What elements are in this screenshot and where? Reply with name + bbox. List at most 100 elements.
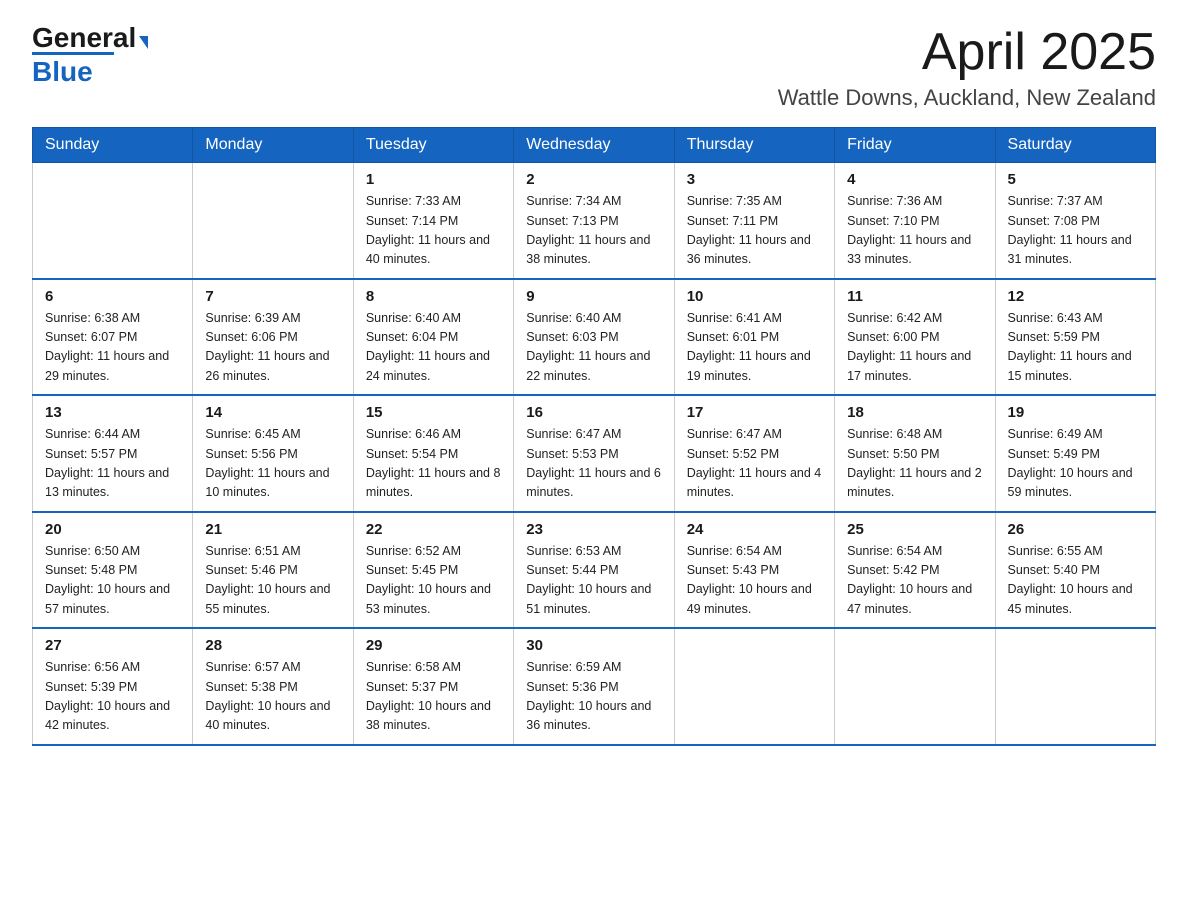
- day-number: 17: [687, 404, 822, 421]
- calendar-cell: 5Sunrise: 7:37 AM Sunset: 7:08 PM Daylig…: [995, 163, 1155, 279]
- calendar-cell: 12 Sunrise: 6:43 AM Sunset: 5:59 PM Dayli…: [995, 279, 1155, 396]
- day-number: 12: [1008, 288, 1143, 305]
- calendar-cell: 9 Sunrise: 6:40 AM Sunset: 6:03 PM Daylig…: [514, 279, 674, 396]
- calendar-cell: [674, 628, 834, 745]
- day-info: Sunrise: 6:42 AM Sunset: 6:00 PM Dayligh…: [847, 309, 982, 387]
- calendar-week-row: 6 Sunrise: 6:38 AM Sunset: 6:07 PM Daylig…: [33, 279, 1156, 396]
- calendar-header-row: SundayMondayTuesdayWednesdayThursdayFrid…: [33, 128, 1156, 163]
- day-info: Sunrise: 7:36 AM Sunset: 7:10 PM Dayligh…: [847, 192, 982, 270]
- day-number: 2: [526, 171, 661, 188]
- day-number: 22: [366, 521, 501, 538]
- day-info: Sunrise: 6:47 AM Sunset: 5:52 PM Dayligh…: [687, 425, 822, 503]
- calendar-cell: 1Sunrise: 7:33 AM Sunset: 7:14 PM Daylig…: [353, 163, 513, 279]
- day-number: 28: [205, 637, 340, 654]
- day-number: 18: [847, 404, 982, 421]
- day-info: Sunrise: 6:46 AM Sunset: 5:54 PM Dayligh…: [366, 425, 501, 503]
- calendar-cell: 11 Sunrise: 6:42 AM Sunset: 6:00 PM Dayli…: [835, 279, 995, 396]
- day-number: 8: [366, 288, 501, 305]
- day-number: 24: [687, 521, 822, 538]
- day-info: Sunrise: 6:52 AM Sunset: 5:45 PM Dayligh…: [366, 542, 501, 620]
- header-wednesday: Wednesday: [514, 128, 674, 163]
- day-number: 16: [526, 404, 661, 421]
- day-info: Sunrise: 6:54 AM Sunset: 5:43 PM Dayligh…: [687, 542, 822, 620]
- location-title: Wattle Downs, Auckland, New Zealand: [778, 85, 1156, 111]
- day-info: Sunrise: 6:59 AM Sunset: 5:36 PM Dayligh…: [526, 658, 661, 736]
- calendar-cell: 17 Sunrise: 6:47 AM Sunset: 5:52 PM Dayli…: [674, 395, 834, 512]
- day-number: 6: [45, 288, 180, 305]
- day-number: 25: [847, 521, 982, 538]
- day-number: 23: [526, 521, 661, 538]
- day-number: 9: [526, 288, 661, 305]
- calendar-cell: 21Sunrise: 6:51 AM Sunset: 5:46 PM Dayli…: [193, 512, 353, 629]
- day-info: Sunrise: 6:40 AM Sunset: 6:04 PM Dayligh…: [366, 309, 501, 387]
- day-info: Sunrise: 6:44 AM Sunset: 5:57 PM Dayligh…: [45, 425, 180, 503]
- calendar-cell: 25Sunrise: 6:54 AM Sunset: 5:42 PM Dayli…: [835, 512, 995, 629]
- header-sunday: Sunday: [33, 128, 193, 163]
- calendar-week-row: 13 Sunrise: 6:44 AM Sunset: 5:57 PM Dayli…: [33, 395, 1156, 512]
- day-info: Sunrise: 6:39 AM Sunset: 6:06 PM Dayligh…: [205, 309, 340, 387]
- calendar-cell: 22 Sunrise: 6:52 AM Sunset: 5:45 PM Dayli…: [353, 512, 513, 629]
- calendar-cell: 13 Sunrise: 6:44 AM Sunset: 5:57 PM Dayli…: [33, 395, 193, 512]
- day-number: 29: [366, 637, 501, 654]
- calendar-cell: 18 Sunrise: 6:48 AM Sunset: 5:50 PM Dayli…: [835, 395, 995, 512]
- calendar-cell: 30 Sunrise: 6:59 AM Sunset: 5:36 PM Dayli…: [514, 628, 674, 745]
- day-number: 20: [45, 521, 180, 538]
- calendar-cell: 4 Sunrise: 7:36 AM Sunset: 7:10 PM Daylig…: [835, 163, 995, 279]
- calendar-week-row: 27 Sunrise: 6:56 AM Sunset: 5:39 PM Dayli…: [33, 628, 1156, 745]
- title-block: April 2025 Wattle Downs, Auckland, New Z…: [778, 24, 1156, 111]
- logo: General Blue: [32, 24, 148, 88]
- day-info: Sunrise: 6:40 AM Sunset: 6:03 PM Dayligh…: [526, 309, 661, 387]
- day-number: 13: [45, 404, 180, 421]
- day-number: 27: [45, 637, 180, 654]
- day-info: Sunrise: 6:50 AM Sunset: 5:48 PM Dayligh…: [45, 542, 180, 620]
- calendar-cell: 24 Sunrise: 6:54 AM Sunset: 5:43 PM Dayli…: [674, 512, 834, 629]
- day-info: Sunrise: 6:51 AM Sunset: 5:46 PM Dayligh…: [205, 542, 340, 620]
- day-number: 26: [1008, 521, 1143, 538]
- day-info: Sunrise: 6:45 AM Sunset: 5:56 PM Dayligh…: [205, 425, 340, 503]
- calendar-cell: 28 Sunrise: 6:57 AM Sunset: 5:38 PM Dayli…: [193, 628, 353, 745]
- day-info: Sunrise: 6:55 AM Sunset: 5:40 PM Dayligh…: [1008, 542, 1143, 620]
- day-info: Sunrise: 6:49 AM Sunset: 5:49 PM Dayligh…: [1008, 425, 1143, 503]
- calendar-cell: 2 Sunrise: 7:34 AM Sunset: 7:13 PM Daylig…: [514, 163, 674, 279]
- logo-general: General: [32, 24, 148, 52]
- calendar-cell: 10 Sunrise: 6:41 AM Sunset: 6:01 PM Dayli…: [674, 279, 834, 396]
- day-info: Sunrise: 6:38 AM Sunset: 6:07 PM Dayligh…: [45, 309, 180, 387]
- logo-blue-text: Blue: [32, 56, 93, 87]
- day-number: 5: [1008, 171, 1143, 188]
- day-info: Sunrise: 7:35 AM Sunset: 7:11 PM Dayligh…: [687, 192, 822, 270]
- header-tuesday: Tuesday: [353, 128, 513, 163]
- calendar-week-row: 1Sunrise: 7:33 AM Sunset: 7:14 PM Daylig…: [33, 163, 1156, 279]
- day-info: Sunrise: 6:57 AM Sunset: 5:38 PM Dayligh…: [205, 658, 340, 736]
- header-monday: Monday: [193, 128, 353, 163]
- calendar-cell: 6 Sunrise: 6:38 AM Sunset: 6:07 PM Daylig…: [33, 279, 193, 396]
- day-number: 11: [847, 288, 982, 305]
- calendar-week-row: 20 Sunrise: 6:50 AM Sunset: 5:48 PM Dayli…: [33, 512, 1156, 629]
- day-info: Sunrise: 6:43 AM Sunset: 5:59 PM Dayligh…: [1008, 309, 1143, 387]
- day-number: 14: [205, 404, 340, 421]
- day-number: 19: [1008, 404, 1143, 421]
- calendar-cell: 15Sunrise: 6:46 AM Sunset: 5:54 PM Dayli…: [353, 395, 513, 512]
- day-info: Sunrise: 6:48 AM Sunset: 5:50 PM Dayligh…: [847, 425, 982, 503]
- header-thursday: Thursday: [674, 128, 834, 163]
- day-number: 1: [366, 171, 501, 188]
- calendar-cell: [835, 628, 995, 745]
- day-number: 30: [526, 637, 661, 654]
- day-number: 3: [687, 171, 822, 188]
- header-saturday: Saturday: [995, 128, 1155, 163]
- calendar-cell: 20 Sunrise: 6:50 AM Sunset: 5:48 PM Dayli…: [33, 512, 193, 629]
- day-number: 7: [205, 288, 340, 305]
- calendar-cell: 27 Sunrise: 6:56 AM Sunset: 5:39 PM Dayli…: [33, 628, 193, 745]
- calendar-cell: [193, 163, 353, 279]
- header-friday: Friday: [835, 128, 995, 163]
- day-number: 4: [847, 171, 982, 188]
- calendar-cell: 23Sunrise: 6:53 AM Sunset: 5:44 PM Dayli…: [514, 512, 674, 629]
- day-info: Sunrise: 6:47 AM Sunset: 5:53 PM Dayligh…: [526, 425, 661, 503]
- calendar-cell: [33, 163, 193, 279]
- day-info: Sunrise: 7:34 AM Sunset: 7:13 PM Dayligh…: [526, 192, 661, 270]
- calendar-cell: 3 Sunrise: 7:35 AM Sunset: 7:11 PM Daylig…: [674, 163, 834, 279]
- day-info: Sunrise: 6:41 AM Sunset: 6:01 PM Dayligh…: [687, 309, 822, 387]
- calendar-cell: 8 Sunrise: 6:40 AM Sunset: 6:04 PM Daylig…: [353, 279, 513, 396]
- day-info: Sunrise: 6:56 AM Sunset: 5:39 PM Dayligh…: [45, 658, 180, 736]
- page-header: General Blue April 2025 Wattle Downs, Au…: [32, 24, 1156, 111]
- day-number: 10: [687, 288, 822, 305]
